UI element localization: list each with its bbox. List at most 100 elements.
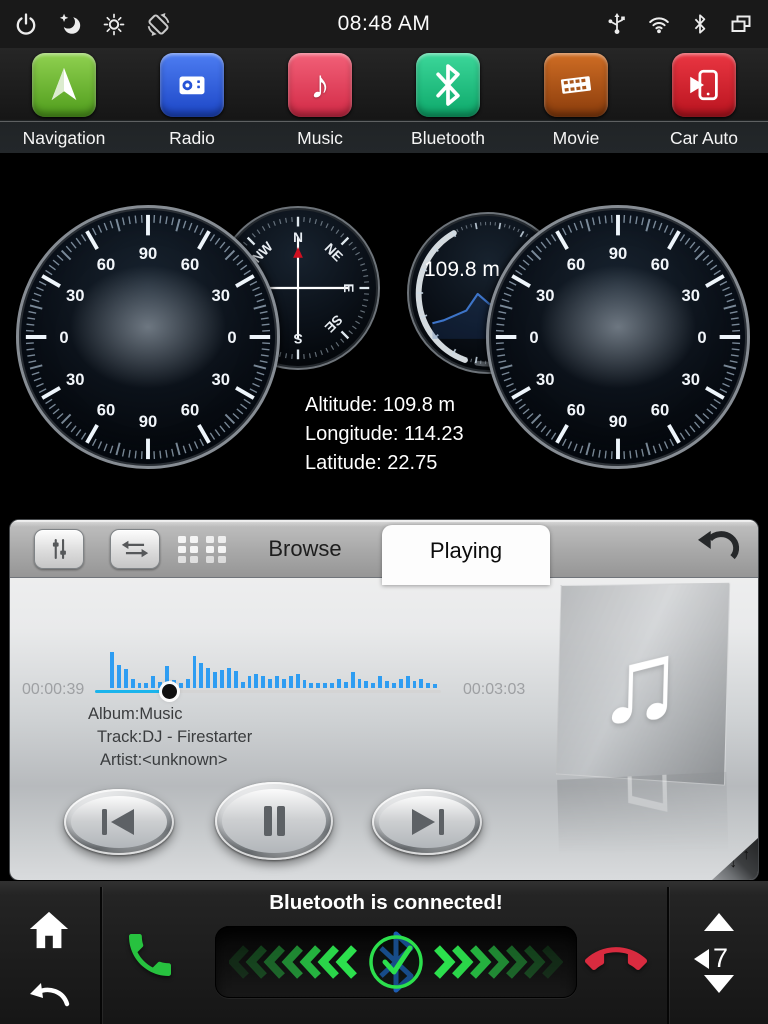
previous-button[interactable] [64, 789, 174, 855]
return-button[interactable] [692, 528, 744, 570]
previous-icon [71, 796, 167, 848]
volume-down-icon [704, 975, 734, 993]
navigation-arrow-icon [32, 53, 96, 117]
album-art [556, 583, 730, 786]
seek-thumb[interactable] [162, 684, 177, 699]
volume-controls: 7 [670, 881, 768, 1024]
app-navigation[interactable]: Navigation [0, 48, 128, 153]
next-icon [379, 796, 475, 848]
volume-number: 7 [713, 943, 728, 974]
svg-text:90: 90 [139, 244, 157, 263]
clock: 08:48 AM [0, 12, 768, 36]
call-button[interactable] [122, 927, 178, 983]
app-radio[interactable]: Radio [128, 48, 256, 153]
app-label: Navigation [23, 128, 106, 149]
svg-text:30: 30 [66, 370, 84, 389]
svg-text:N: N [293, 230, 303, 245]
gps-readouts: Altitude: 109.8 m Longitude: 114.23 Lati… [305, 391, 464, 478]
track-metadata: Album:Music Track:DJ - Firestarter Artis… [88, 703, 252, 772]
app-label: Movie [553, 128, 600, 149]
compass-pointer [293, 247, 303, 258]
roll-gauge: 0 30 60 90 60 30 0 30 60 90 60 30 [486, 205, 750, 469]
next-button[interactable] [372, 789, 482, 855]
music-toolbar: Browse Playing [10, 520, 758, 578]
dashboard: NNEESESSWWNW 109.8 m 0306090603003060906… [0, 153, 768, 520]
album-art-reflection [557, 772, 729, 873]
elapsed-time: 00:00:39 [22, 681, 84, 699]
svg-text:60: 60 [181, 255, 199, 274]
svg-text:90: 90 [609, 244, 627, 263]
bluetooth-check-badge [365, 926, 427, 998]
chevrons-left [229, 945, 359, 979]
svg-text:90: 90 [609, 412, 627, 431]
film-icon [544, 53, 608, 117]
longitude-readout: Longitude: 114.23 [305, 420, 464, 449]
svg-text:60: 60 [181, 401, 199, 420]
car-headunit-screen: 08:48 AM Navigation Radio Music Bluetoot… [0, 0, 768, 1024]
chevrons-right [433, 945, 563, 979]
app-label: Music [297, 128, 343, 149]
home-button[interactable] [26, 909, 72, 951]
total-time: 00:03:03 [463, 681, 525, 699]
divider [667, 887, 669, 1024]
bluetooth-indicator [215, 926, 577, 998]
tab-playing[interactable]: Playing [382, 525, 550, 585]
artist-label: Artist:<unknown> [100, 749, 252, 772]
svg-text:0: 0 [529, 328, 538, 347]
svg-text:0: 0 [227, 328, 236, 347]
svg-text:30: 30 [66, 286, 84, 305]
call-end-button[interactable] [585, 929, 647, 991]
equalizer-button[interactable] [34, 529, 84, 569]
pause-button[interactable] [215, 782, 333, 860]
music-player-panel: Browse Playing 00:00:39 00:03:03 Album:M… [10, 520, 758, 880]
dock-divider [0, 121, 768, 122]
app-dock: Navigation Radio Music Bluetooth Movie C… [0, 48, 768, 153]
svg-text:60: 60 [651, 255, 669, 274]
swap-button[interactable] [110, 529, 160, 569]
altitude-readout: Altitude: 109.8 m [305, 391, 464, 420]
app-music[interactable]: Music [256, 48, 384, 153]
svg-text:30: 30 [682, 370, 700, 389]
svg-text:S: S [293, 331, 302, 346]
seek-progress [95, 690, 169, 693]
app-label: Bluetooth [411, 128, 485, 149]
svg-text:E: E [341, 283, 356, 292]
app-label: Car Auto [670, 128, 738, 149]
divider [100, 887, 102, 1024]
seek-bar[interactable] [95, 690, 441, 693]
bottom-bar: Bluetooth is connected! 7 [0, 880, 768, 1024]
pause-icon [222, 789, 326, 853]
album-label: Album:Music [88, 703, 252, 726]
svg-text:60: 60 [651, 401, 669, 420]
tab-browse[interactable]: Browse [235, 520, 375, 578]
grid-icon[interactable] [174, 532, 230, 568]
svg-text:30: 30 [682, 286, 700, 305]
app-movie[interactable]: Movie [512, 48, 640, 153]
svg-text:60: 60 [97, 255, 115, 274]
car-phone-icon [672, 53, 736, 117]
speaker-icon [694, 949, 709, 969]
status-bar: 08:48 AM [0, 0, 768, 48]
spectrum [110, 650, 440, 688]
svg-text:30: 30 [536, 370, 554, 389]
svg-text:0: 0 [59, 328, 68, 347]
volume-up-button[interactable] [703, 913, 735, 933]
app-bluetooth[interactable]: Bluetooth [384, 48, 512, 153]
svg-text:0: 0 [697, 328, 706, 347]
app-car-auto[interactable]: Car Auto [640, 48, 768, 153]
svg-text:30: 30 [212, 286, 230, 305]
track-label: Track:DJ - Firestarter [97, 726, 252, 749]
radio-icon [160, 53, 224, 117]
bluetooth-icon [416, 53, 480, 117]
volume-down-button[interactable] [703, 975, 735, 995]
svg-text:30: 30 [212, 370, 230, 389]
svg-text:60: 60 [567, 401, 585, 420]
bluetooth-status-text: Bluetooth is connected! [191, 891, 581, 915]
svg-text:90: 90 [139, 412, 157, 431]
svg-text:60: 60 [567, 255, 585, 274]
svg-text:60: 60 [97, 401, 115, 420]
music-note-icon [288, 53, 352, 117]
back-button[interactable] [27, 977, 71, 1007]
svg-text:30: 30 [536, 286, 554, 305]
volume-level: 7 [694, 943, 728, 974]
